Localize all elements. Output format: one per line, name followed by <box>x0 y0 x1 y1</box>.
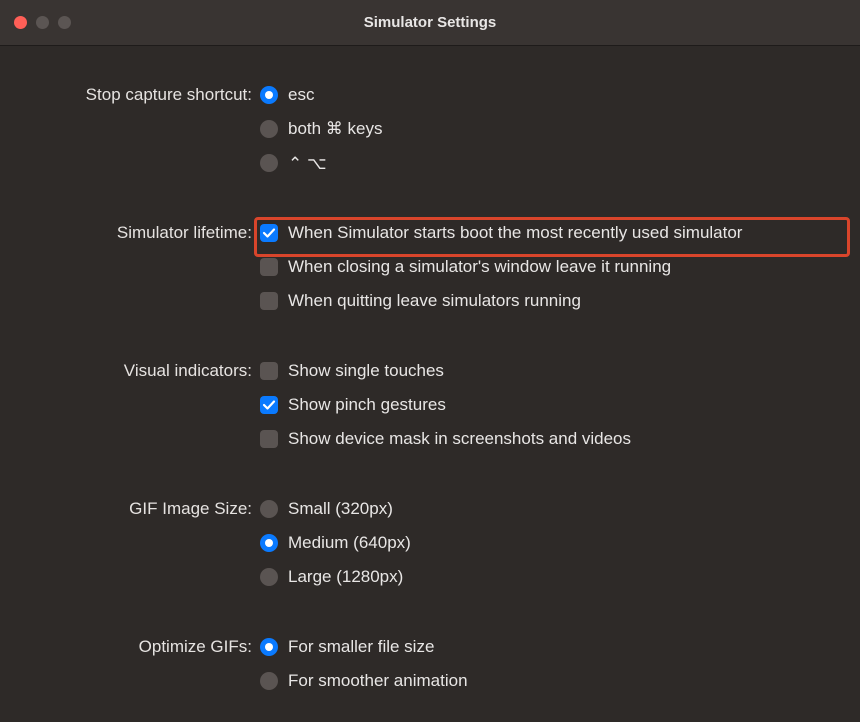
radio-gif-medium-label[interactable]: Medium (640px) <box>288 533 411 553</box>
checkbox-single-touches-label[interactable]: Show single touches <box>288 361 444 381</box>
radio-gif-large[interactable] <box>260 568 278 586</box>
titlebar: Simulator Settings <box>0 0 860 46</box>
radio-both-cmd-label[interactable]: both ⌘ keys <box>288 119 383 139</box>
checkbox-single-touches[interactable] <box>260 362 278 380</box>
checkbox-leave-running-quit-label[interactable]: When quitting leave simulators running <box>288 291 581 311</box>
radio-gif-small[interactable] <box>260 500 278 518</box>
close-window-button[interactable] <box>14 16 27 29</box>
radio-ctrl-opt[interactable] <box>260 154 278 172</box>
checkbox-boot-recent[interactable] <box>260 224 278 242</box>
window-title: Simulator Settings <box>0 14 860 31</box>
section-optimize-gifs: Optimize GIFs: For smaller file size For… <box>24 630 836 698</box>
section-stop-capture: Stop capture shortcut: esc both ⌘ keys ⌃… <box>24 78 836 180</box>
radio-esc-label[interactable]: esc <box>288 85 314 105</box>
window-controls <box>0 16 71 29</box>
checkbox-boot-recent-label[interactable]: When Simulator starts boot the most rece… <box>288 223 742 243</box>
section-visual-indicators: Visual indicators: Show single touches S… <box>24 354 836 456</box>
radio-both-cmd[interactable] <box>260 120 278 138</box>
settings-content: Stop capture shortcut: esc both ⌘ keys ⌃… <box>0 46 860 722</box>
radio-ctrl-opt-label[interactable]: ⌃ ⌥ <box>288 155 327 172</box>
section-simulator-lifetime: Simulator lifetime: When Simulator start… <box>24 216 836 318</box>
checkbox-device-mask[interactable] <box>260 430 278 448</box>
checkbox-pinch-gestures[interactable] <box>260 396 278 414</box>
checkbox-leave-running-close-label[interactable]: When closing a simulator's window leave … <box>288 257 671 277</box>
radio-smoother-anim[interactable] <box>260 672 278 690</box>
stop-capture-label: Stop capture shortcut: <box>24 85 260 105</box>
radio-smoother-anim-label[interactable]: For smoother animation <box>288 671 468 691</box>
checkbox-leave-running-quit[interactable] <box>260 292 278 310</box>
radio-gif-small-label[interactable]: Small (320px) <box>288 499 393 519</box>
radio-smaller-file[interactable] <box>260 638 278 656</box>
gif-image-size-label: GIF Image Size: <box>24 499 260 519</box>
radio-gif-medium[interactable] <box>260 534 278 552</box>
visual-indicators-label: Visual indicators: <box>24 361 260 381</box>
radio-esc[interactable] <box>260 86 278 104</box>
checkbox-device-mask-label[interactable]: Show device mask in screenshots and vide… <box>288 429 631 449</box>
maximize-window-button[interactable] <box>58 16 71 29</box>
checkbox-pinch-gestures-label[interactable]: Show pinch gestures <box>288 395 446 415</box>
simulator-lifetime-label: Simulator lifetime: <box>24 223 260 243</box>
radio-smaller-file-label[interactable]: For smaller file size <box>288 637 434 657</box>
optimize-gifs-label: Optimize GIFs: <box>24 637 260 657</box>
minimize-window-button[interactable] <box>36 16 49 29</box>
section-gif-image-size: GIF Image Size: Small (320px) Medium (64… <box>24 492 836 594</box>
checkbox-leave-running-close[interactable] <box>260 258 278 276</box>
radio-gif-large-label[interactable]: Large (1280px) <box>288 567 403 587</box>
